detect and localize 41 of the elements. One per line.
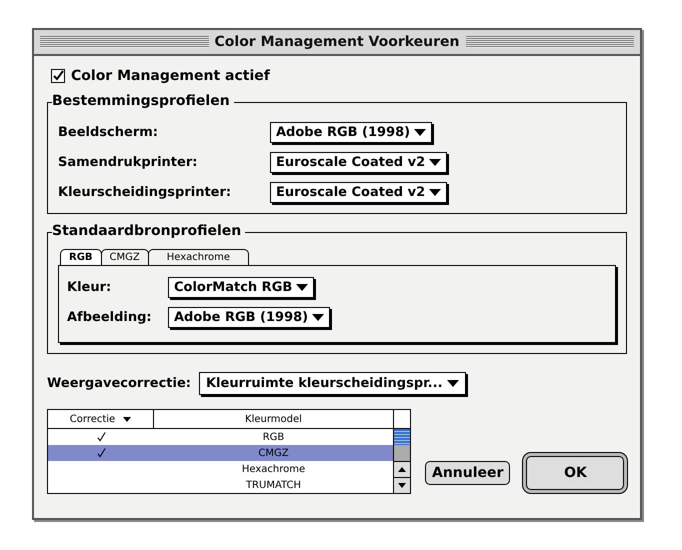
caret-icon	[446, 380, 459, 387]
popup-menu[interactable]: Euroscale Coated v2	[270, 152, 448, 172]
checkbox-label: Color Management actief	[71, 68, 270, 84]
table-cell-text: TRUMATCH	[244, 480, 302, 490]
up-arrow-icon	[398, 467, 406, 472]
caret-icon	[429, 158, 442, 166]
scroll-up-button[interactable]	[394, 461, 410, 477]
caret-icon	[296, 284, 308, 290]
scroll-thumb[interactable]	[394, 429, 410, 445]
popup-menu[interactable]: Kleurruimte kleurscheidingspr...	[198, 372, 466, 395]
table-cell-text: CMGZ	[257, 448, 290, 458]
table-row[interactable]: RGB	[48, 429, 393, 445]
tab[interactable]: RGB	[60, 249, 102, 265]
field-label: Kleur:	[67, 280, 112, 294]
table-row[interactable]: CMGZ	[48, 445, 393, 461]
window-title: Color Management Voorkeuren	[214, 34, 460, 50]
scroll-down-button[interactable]	[394, 477, 410, 493]
cancel-button[interactable]: Annuleer	[425, 461, 510, 485]
caret-icon	[429, 188, 442, 196]
table-cell-text: Hexachrome	[240, 464, 306, 474]
group-title: Bestemmingsprofielen	[52, 93, 234, 109]
field-label: Afbeelding:	[67, 310, 153, 324]
field-label: Beeldscherm:	[58, 124, 159, 140]
popup-menu[interactable]: Adobe RGB (1998)	[168, 306, 330, 328]
popup-menu[interactable]: Euroscale Coated v2	[270, 182, 448, 202]
group-title: Standaardbronprofielen	[52, 223, 246, 239]
down-arrow-icon	[398, 483, 406, 488]
table-row[interactable]: TRUMATCH	[48, 477, 393, 493]
caret-icon	[414, 128, 426, 136]
tab[interactable]: Hexachrome	[148, 249, 250, 265]
field-label: Weergavecorrectie:	[47, 376, 191, 391]
scroll-bar[interactable]	[393, 410, 410, 493]
field-label: Kleurscheidingsprinter:	[58, 184, 232, 200]
caret-icon	[312, 314, 324, 320]
caret-icon	[123, 416, 132, 422]
field-label: Samendrukprinter:	[58, 154, 198, 170]
table-row[interactable]: Hexachrome	[48, 461, 393, 477]
checkbox[interactable]	[51, 69, 65, 83]
popup-menu[interactable]: Adobe RGB (1998)	[270, 122, 432, 142]
table-cell-text: RGB	[262, 432, 286, 442]
popup-menu[interactable]: ColorMatch RGB	[168, 276, 314, 298]
